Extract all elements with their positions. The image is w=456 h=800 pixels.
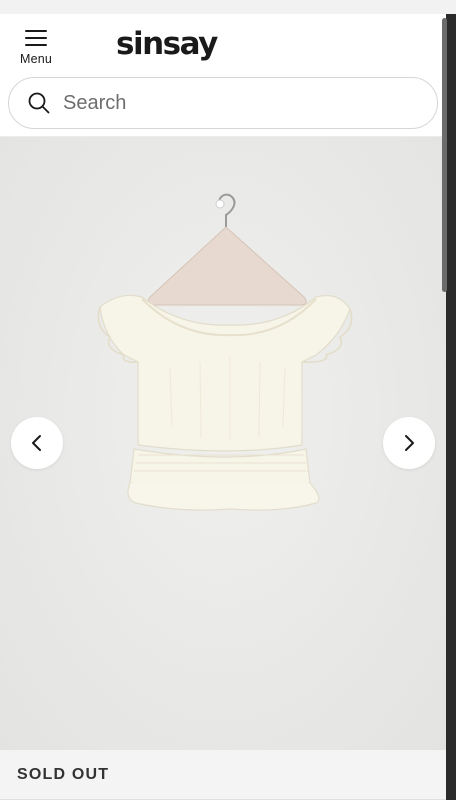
menu-button[interactable]: Menu bbox=[14, 26, 58, 70]
search-bar[interactable] bbox=[8, 77, 438, 129]
product-gallery[interactable] bbox=[0, 137, 446, 750]
next-image-button[interactable] bbox=[383, 417, 435, 469]
chevron-right-icon bbox=[405, 435, 414, 451]
product-image bbox=[97, 193, 353, 511]
scrollbar-track[interactable] bbox=[446, 14, 456, 800]
hamburger-icon bbox=[25, 30, 47, 46]
previous-image-button[interactable] bbox=[11, 417, 63, 469]
scrollbar-thumb[interactable] bbox=[442, 18, 447, 292]
browser-status-strip bbox=[0, 0, 456, 14]
search-icon bbox=[28, 92, 50, 114]
sold-out-label: SOLD OUT bbox=[17, 766, 110, 783]
menu-label: Menu bbox=[19, 52, 53, 66]
chevron-left-icon bbox=[32, 435, 41, 451]
site-header: Menu sinsay bbox=[0, 14, 446, 76]
availability-bar: SOLD OUT bbox=[0, 750, 456, 800]
brand-logo[interactable]: sinsay bbox=[116, 26, 218, 62]
search-input[interactable] bbox=[63, 88, 423, 118]
